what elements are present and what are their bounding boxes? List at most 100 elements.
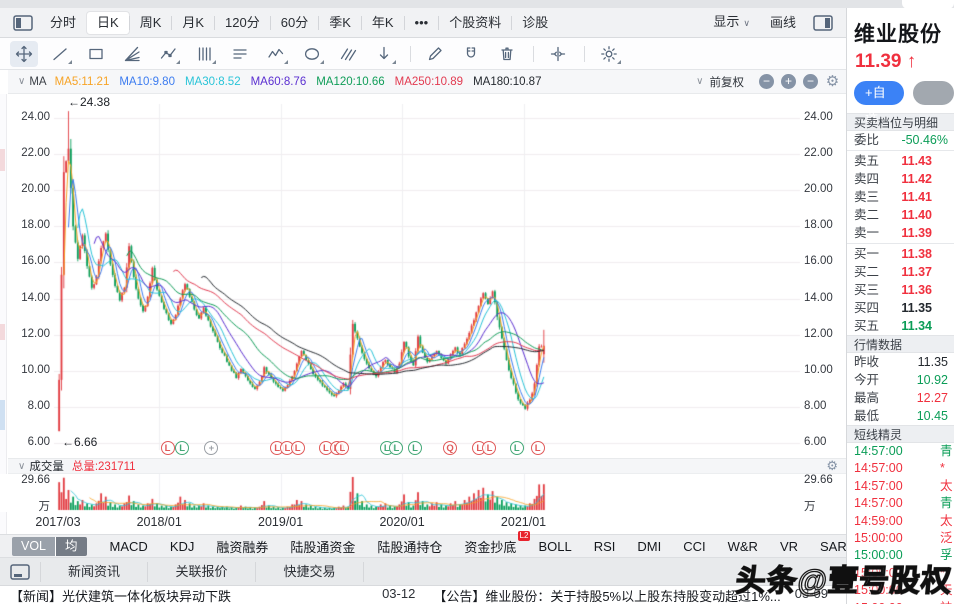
indicator-tab-MACD[interactable]: MACD [110, 539, 148, 554]
price-chart-canvas[interactable] [0, 94, 846, 458]
alert-stock-tag: 太 [940, 513, 953, 530]
news-tab-3[interactable]: 快捷交易 [256, 562, 364, 582]
polyline-icon[interactable] [154, 41, 182, 67]
indicator-chip-均线[interactable]: 均线 [55, 537, 87, 556]
period-tab-7[interactable]: 季K [319, 12, 361, 34]
signal-marker-L[interactable]: L [291, 441, 305, 455]
rectangle-icon[interactable] [82, 41, 110, 67]
alert-stock-tag: * [940, 460, 945, 477]
right-panel-toggle-icon[interactable] [810, 12, 836, 34]
price-tick-right: 10.00 [804, 364, 848, 376]
window-top-strip [0, 0, 954, 8]
x-axis: 2017/032018/012019/012020/012021/01 [0, 512, 846, 534]
alert-row[interactable]: 14:57:00青 [847, 495, 954, 512]
hatch-lines-icon[interactable] [334, 41, 362, 67]
period-tab-10[interactable]: 个股资料 [439, 12, 511, 34]
period-tab-4[interactable]: 月K [172, 12, 214, 34]
alert-row[interactable]: 14:57:00青 [847, 443, 954, 460]
watermark: 头条@壹号股权 [734, 556, 954, 600]
news-item-1[interactable]: 【新闻】光伏建筑一体化板块异动下跌03-12 [10, 586, 433, 604]
news-ticker: 【新闻】光伏建筑一体化板块异动下跌03-12【公告】维业股份：关于持股5%以上股… [0, 586, 846, 604]
ellipse-icon[interactable] [298, 41, 326, 67]
indicator-chip-VOL[interactable]: VOL [12, 537, 55, 556]
ask-row-value: 11.43 [901, 152, 932, 170]
indicator-tab-VR[interactable]: VR [780, 539, 798, 554]
trash-icon[interactable] [493, 41, 521, 67]
panel-buttons: +自选 [854, 81, 954, 105]
clipped-button[interactable] [913, 81, 954, 105]
bid-row-label: 买五 [854, 317, 879, 335]
trend-line-icon[interactable] [46, 41, 74, 67]
dropdown-caret-icon [392, 60, 396, 64]
period-tab-1[interactable]: 分时 [40, 12, 86, 34]
text-note-icon[interactable] [226, 41, 254, 67]
ma-legend-1: MA5:11.21 [55, 76, 110, 88]
period-tab-3[interactable]: 周K [130, 12, 172, 34]
indicator-tab-W&R[interactable]: W&R [728, 539, 758, 554]
magnet-icon[interactable] [457, 41, 485, 67]
vertical-lines-icon[interactable] [190, 41, 218, 67]
split-view-icon[interactable] [544, 41, 572, 67]
news-item-date: 03-12 [382, 586, 415, 604]
indicator-tab-融资融券[interactable]: 融资融券 [216, 537, 268, 556]
chart-settings-gear-icon[interactable]: ⚙ [825, 74, 840, 89]
quote-value: 10.45 [917, 407, 948, 425]
period-tab-5[interactable]: 120分 [215, 12, 270, 34]
period-tab-9[interactable]: ••• [405, 12, 439, 34]
signal-marker-L[interactable]: L [408, 441, 422, 455]
indicator-tab-CCI[interactable]: CCI [683, 539, 705, 554]
indicator-tab-KDJ[interactable]: KDJ [170, 539, 195, 554]
indicator-tab-陆股通资金[interactable]: 陆股通资金 [290, 537, 355, 556]
alert-row[interactable]: 15:00:00泛 [847, 530, 954, 547]
volume-canvas[interactable] [0, 474, 846, 512]
indicator-tab-资金抄底[interactable]: 资金抄底L2 [464, 537, 516, 556]
news-tab-1[interactable]: 新闻资讯 [40, 562, 148, 582]
add-watchlist-button[interactable]: +自选 [854, 81, 904, 105]
bottom-panel-toggle-icon[interactable] [10, 564, 30, 580]
signal-marker-L[interactable]: L [510, 441, 524, 455]
zoom-out-button[interactable]: − [759, 74, 774, 89]
collapse-ma-icon[interactable]: ∨ [18, 76, 25, 87]
zoom-in-button[interactable]: + [781, 74, 796, 89]
gann-fan-icon[interactable] [118, 41, 146, 67]
collapse-volume-icon[interactable]: ∨ [18, 461, 25, 472]
alert-row[interactable]: 14:59:00太 [847, 513, 954, 530]
signal-marker-L[interactable]: L [161, 441, 175, 455]
indicator-tab-BOLL[interactable]: BOLL [538, 539, 571, 554]
move-crosshair-icon[interactable] [10, 41, 38, 67]
high-annotation: ←24.38 [68, 95, 110, 109]
left-panel-toggle-icon[interactable] [10, 12, 36, 34]
arrow-down-icon[interactable] [370, 41, 398, 67]
settings-gear-icon[interactable] [595, 41, 623, 67]
period-tab-11[interactable]: 诊股 [512, 12, 558, 34]
period-tab-2[interactable]: 日K [87, 12, 129, 34]
indicator-tab-RSI[interactable]: RSI [594, 539, 616, 554]
ask-row: 卖二11.40 [847, 206, 954, 224]
alert-stock-tag: 太 [940, 478, 953, 495]
display-menu[interactable]: 显示∨ [703, 11, 760, 34]
news-tab-2[interactable]: 关联报价 [148, 562, 256, 582]
depth-section-header: 买卖档位与明细 [847, 113, 954, 131]
pencil-icon[interactable] [421, 41, 449, 67]
volume-pane: 29.6629.66万万 [0, 474, 846, 512]
draw-line-menu[interactable]: 画线 [760, 12, 806, 34]
volume-settings-gear-icon[interactable]: ⚙ [826, 458, 838, 474]
wave-line-icon[interactable] [262, 41, 290, 67]
signal-marker-L[interactable]: L [531, 441, 545, 455]
alert-row[interactable]: 15:00:00神 [847, 600, 954, 604]
indicator-tab-陆股通持仓[interactable]: 陆股通持仓 [377, 537, 442, 556]
price-tick-right: 12.00 [804, 328, 848, 340]
period-tab-6[interactable]: 60分 [271, 12, 318, 34]
divider [847, 243, 954, 244]
bottom-tabs: 新闻资讯关联报价快捷交易 [0, 558, 846, 586]
adjust-mode-menu[interactable]: 前复权 [710, 74, 745, 90]
period-tab-8[interactable]: 年K [362, 12, 404, 34]
gutter-mark [0, 400, 5, 430]
alert-row[interactable]: 14:57:00太 [847, 478, 954, 495]
alert-row[interactable]: 14:57:00* [847, 460, 954, 477]
signal-marker-Q[interactable]: Q [443, 441, 457, 455]
remove-pane-button[interactable]: − [803, 74, 818, 89]
indicator-tab-SAR[interactable]: SAR [820, 539, 847, 554]
quote-row: 最低10.45 [847, 407, 954, 425]
indicator-tab-DMI[interactable]: DMI [637, 539, 661, 554]
